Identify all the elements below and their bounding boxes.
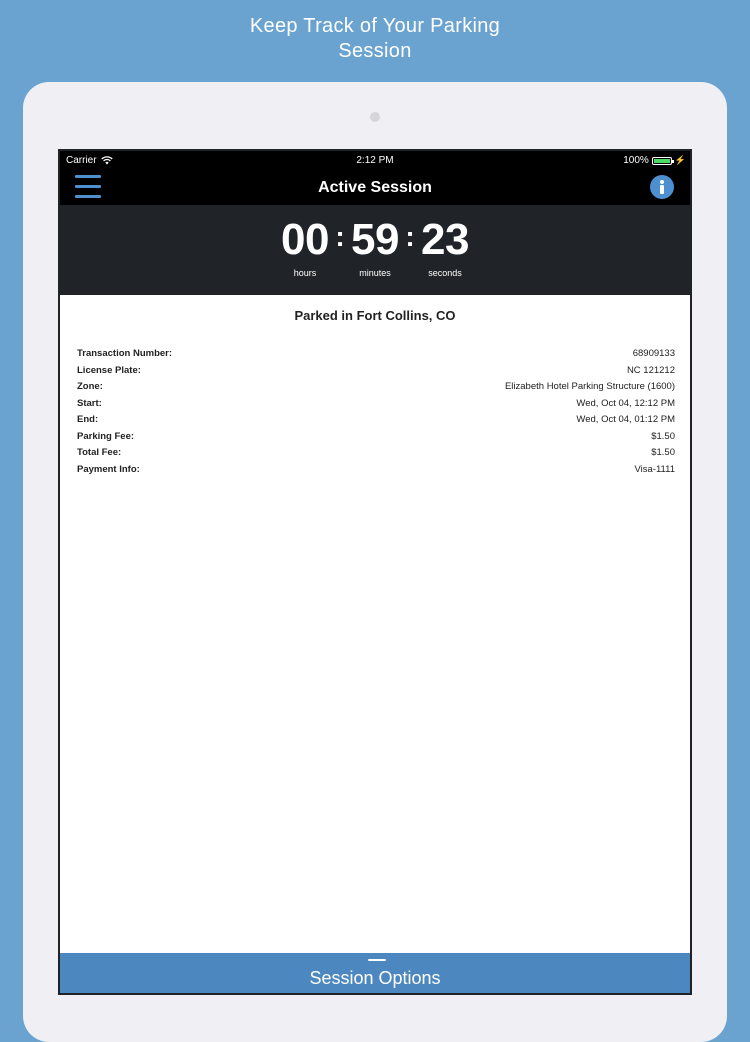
session-details-list: Transaction Number: 68909133 License Pla… — [77, 346, 675, 478]
charging-bolt-icon: ⚡ — [674, 155, 686, 165]
detail-row-transaction-number: Transaction Number: 68909133 — [77, 346, 675, 363]
timer-minutes-label: minutes — [359, 268, 391, 278]
detail-label: Start: — [77, 397, 102, 409]
camera-dot — [370, 112, 380, 122]
timer-separator: : — [335, 221, 345, 252]
detail-row-start: Start: Wed, Oct 04, 12:12 PM — [77, 396, 675, 413]
promo-headline: Keep Track of Your Parking Session — [0, 14, 750, 64]
page-title: Active Session — [318, 179, 432, 196]
detail-value: Elizabeth Hotel Parking Structure (1600) — [504, 381, 675, 392]
timer-seconds-label: seconds — [428, 268, 462, 278]
status-time: 2:12 PM — [356, 155, 394, 166]
session-options-button[interactable]: Session Options — [60, 953, 690, 993]
detail-label: Transaction Number: — [77, 348, 173, 359]
info-icon[interactable] — [650, 175, 674, 199]
detail-label: License Plate: — [77, 364, 141, 376]
detail-row-parking-fee: Parking Fee: $1.50 — [77, 429, 675, 446]
status-battery-group: 100% ⚡ — [623, 155, 686, 166]
detail-row-total-fee: Total Fee: $1.50 — [77, 445, 675, 462]
detail-value: Visa-1111 — [634, 463, 676, 475]
timer-separator: : — [405, 221, 415, 252]
detail-label: End: — [77, 414, 99, 425]
detail-label: Zone: — [77, 381, 103, 392]
timer-hours: 00 hours — [275, 215, 335, 279]
detail-row-zone: Zone: Elizabeth Hotel Parking Structure … — [77, 379, 675, 396]
parking-location-title: Parked in Fort Collins, CO — [294, 308, 456, 323]
detail-row-end: End: Wed, Oct 04, 01:12 PM — [77, 412, 675, 429]
detail-label: Payment Info: — [77, 463, 140, 475]
detail-value: Wed, Oct 04, 12:12 PM — [576, 397, 675, 409]
detail-row-payment-info: Payment Info: Visa-1111 — [77, 462, 675, 479]
detail-value: $1.50 — [651, 447, 675, 458]
nav-bar: Active Session — [60, 171, 690, 205]
drag-handle-icon[interactable] — [368, 959, 386, 961]
detail-value: 68909133 — [632, 348, 675, 359]
detail-label: Parking Fee: — [77, 430, 135, 442]
timer-minutes-value: 59 — [351, 215, 399, 264]
promo-headline-line2: Session — [338, 40, 412, 62]
timer-hours-value: 00 — [281, 215, 329, 264]
battery-percent: 100% — [623, 155, 649, 166]
battery-fill — [653, 158, 670, 163]
detail-value: Wed, Oct 04, 01:12 PM — [576, 414, 675, 425]
detail-label: Total Fee: — [77, 447, 122, 458]
status-bar: Carrier 2:12 PM 100% ⚡ — [60, 151, 690, 171]
timer-seconds-value: 23 — [421, 215, 469, 264]
countdown-timer: 00 hours : 59 minutes : 23 seconds — [60, 205, 690, 295]
timer-minutes: 59 minutes — [345, 215, 405, 279]
detail-value: $1.50 — [651, 430, 675, 442]
timer-seconds: 23 seconds — [415, 215, 475, 279]
detail-row-license-plate: License Plate: NC 121212 — [77, 363, 675, 380]
timer-hours-label: hours — [293, 268, 317, 278]
detail-value: NC 121212 — [626, 364, 675, 376]
app-screen: Carrier 2:12 PM 100% ⚡ Active Session 00… — [58, 149, 692, 995]
session-options-label: Session Options — [309, 968, 441, 988]
promo-headline-line1: Keep Track of Your Parking — [249, 15, 501, 37]
battery-icon — [651, 156, 674, 165]
